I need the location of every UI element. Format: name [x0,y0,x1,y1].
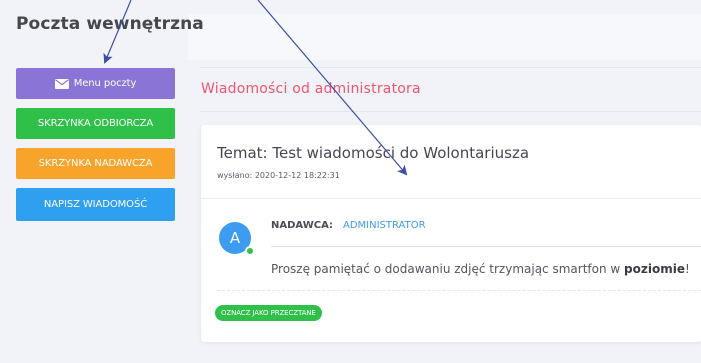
annotation-arrows [103,0,408,176]
annotation-arrow-menu [103,0,132,64]
annotation-arrow-message [257,0,408,176]
